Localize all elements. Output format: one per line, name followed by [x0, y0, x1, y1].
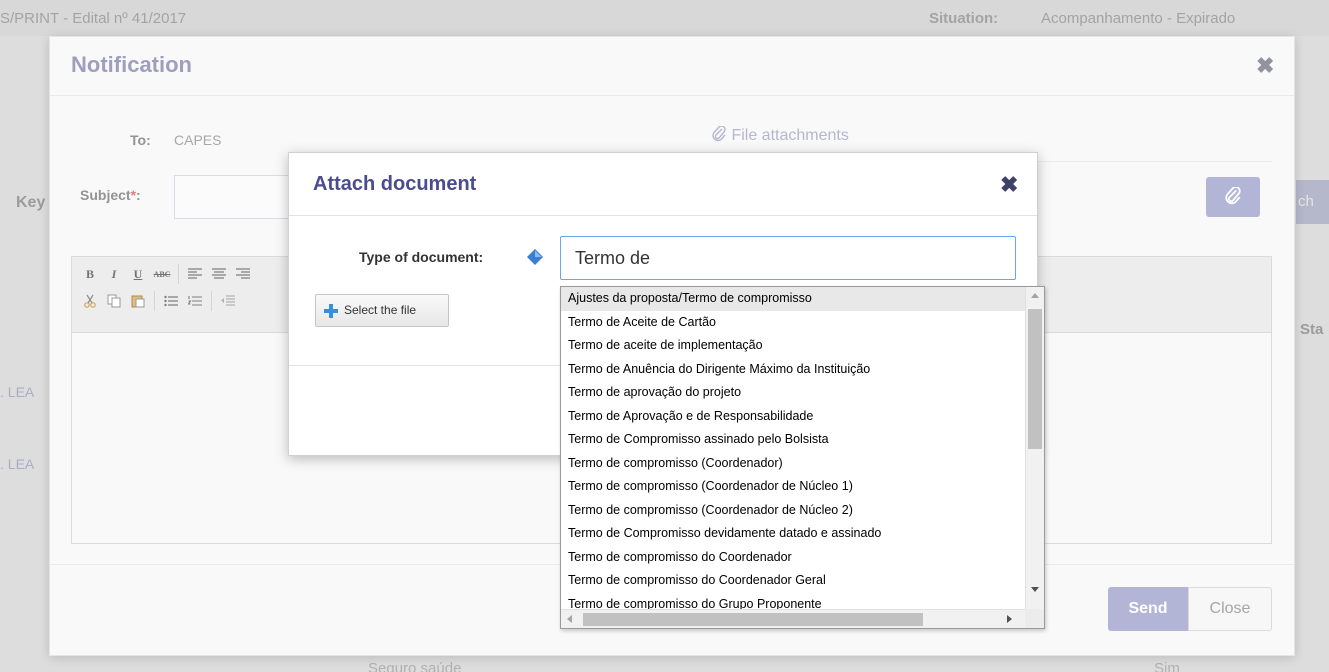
type-of-document-label: Type of document:	[359, 249, 484, 265]
attach-dialog-title: Attach document	[313, 173, 477, 195]
dropdown-option[interactable]: Termo de compromisso (Coordenador de Núc…	[561, 475, 1025, 499]
select-file-button[interactable]: Select the file	[315, 294, 449, 327]
scrollbar-thumb[interactable]	[583, 613, 923, 626]
document-type-dropdown[interactable]: Ajustes da proposta/Termo de compromisso…	[560, 286, 1045, 629]
dropdown-option[interactable]: Termo de aprovação do projeto	[561, 381, 1025, 405]
dropdown-option[interactable]: Termo de Aprovação e de Responsabilidade	[561, 405, 1025, 429]
dropdown-option[interactable]: Termo de Compromisso devidamente datado …	[561, 522, 1025, 546]
dropdown-option[interactable]: Ajustes da proposta/Termo de compromisso	[561, 287, 1025, 311]
dropdown-option[interactable]: Termo de Aceite de Cartão	[561, 311, 1025, 335]
vertical-scrollbar[interactable]	[1025, 287, 1044, 609]
dropdown-option[interactable]: Termo de compromisso do Grupo Proponente	[561, 593, 1025, 610]
plus-icon	[324, 304, 338, 318]
dropdown-option[interactable]: Termo de compromisso do Coordenador Gera…	[561, 569, 1025, 593]
divider	[289, 215, 1037, 216]
type-of-document-input[interactable]	[560, 236, 1016, 280]
dropdown-option[interactable]: Termo de compromisso (Coordenador de Núc…	[561, 499, 1025, 523]
close-icon[interactable]: ✖	[1000, 172, 1018, 198]
dropdown-option[interactable]: Termo de compromisso (Coordenador)	[561, 452, 1025, 476]
scrollbar-corner	[1025, 609, 1044, 628]
info-icon[interactable]	[527, 249, 543, 265]
dropdown-option[interactable]: Termo de compromisso do Coordenador	[561, 546, 1025, 570]
scroll-down-icon[interactable]	[1031, 587, 1039, 592]
horizontal-scrollbar[interactable]	[561, 609, 1025, 628]
select-file-label: Select the file	[344, 303, 417, 317]
scroll-right-icon[interactable]	[1007, 615, 1012, 623]
scroll-left-icon[interactable]	[567, 615, 572, 623]
dropdown-option[interactable]: Termo de aceite de implementação	[561, 334, 1025, 358]
dropdown-list: Ajustes da proposta/Termo de compromisso…	[561, 287, 1025, 609]
dropdown-option[interactable]: Termo de Compromisso assinado pelo Bolsi…	[561, 428, 1025, 452]
scrollbar-thumb[interactable]	[1028, 309, 1042, 449]
dropdown-option[interactable]: Termo de Anuência do Dirigente Máximo da…	[561, 358, 1025, 382]
scroll-up-icon[interactable]	[1031, 293, 1039, 298]
